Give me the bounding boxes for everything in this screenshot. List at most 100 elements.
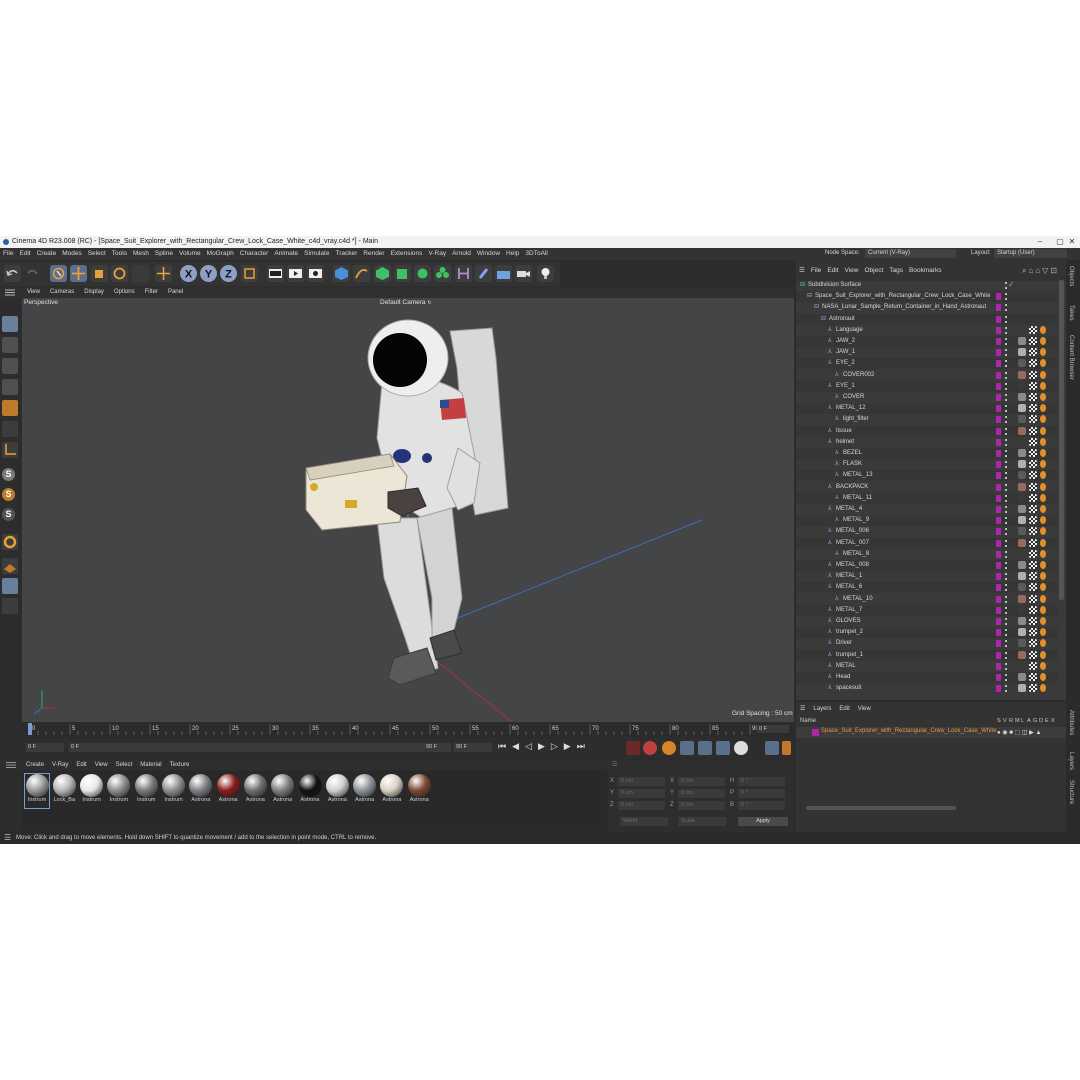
coord-value-field[interactable]: 0 °	[738, 801, 785, 810]
material-swatch[interactable]: Astrona	[353, 774, 377, 808]
visibility-toggle-icon[interactable]	[1005, 472, 1007, 480]
texture-tag-icon[interactable]	[1029, 684, 1037, 693]
visibility-toggle-icon[interactable]	[1005, 293, 1007, 301]
layout-dropdown[interactable]: Startup (User)	[994, 249, 1067, 258]
texture-tag-icon[interactable]	[1029, 661, 1037, 670]
material-tag-icon[interactable]	[1018, 381, 1026, 390]
visibility-toggle-icon[interactable]	[1005, 282, 1007, 289]
status-menu-icon[interactable]: ☰	[4, 832, 11, 844]
array-icon[interactable]	[414, 265, 431, 282]
object-layer-swatch[interactable]	[996, 483, 1001, 491]
texture-tag-icon[interactable]	[1029, 527, 1037, 536]
object-layer-swatch[interactable]	[996, 629, 1001, 637]
transport-buttons[interactable]: ⏮◀◁▶▷▶⏭	[498, 741, 620, 755]
vray-tag-icon[interactable]	[1040, 415, 1046, 424]
visibility-toggle-icon[interactable]	[1005, 494, 1007, 502]
object-menu-edit[interactable]: Edit	[824, 265, 841, 277]
object-layer-swatch[interactable]	[996, 472, 1001, 480]
menu-render[interactable]: Render	[360, 248, 387, 260]
vray-tag-icon[interactable]	[1040, 393, 1046, 401]
texture-tag-icon[interactable]	[1029, 437, 1037, 446]
parameter-key-icon[interactable]	[734, 741, 748, 755]
recent-tools-icon[interactable]	[132, 265, 149, 282]
material-tag-icon[interactable]	[1018, 505, 1026, 513]
object-layer-swatch[interactable]	[996, 573, 1001, 581]
object-row[interactable]: ⅄ METAL_7	[796, 604, 1058, 616]
object-row[interactable]: ⅄ Driver	[796, 638, 1058, 649]
perspective-viewport[interactable]: Perspective Default Camera ↻ Grid Spacin…	[22, 298, 794, 722]
light-icon[interactable]	[537, 265, 554, 282]
material-tag-icon[interactable]	[1018, 661, 1026, 670]
visibility-toggle-icon[interactable]	[1005, 371, 1007, 379]
visibility-toggle-icon[interactable]	[1005, 606, 1007, 614]
texture-tag-icon[interactable]	[1029, 325, 1037, 334]
texture-tag-icon[interactable]	[1029, 538, 1037, 547]
object-layer-swatch[interactable]	[996, 550, 1001, 558]
camera-icon[interactable]	[515, 265, 532, 282]
environment-icon[interactable]	[475, 265, 492, 282]
visibility-toggle-icon[interactable]	[1005, 651, 1007, 659]
coord-value-field[interactable]: 0 cm	[678, 801, 725, 810]
mograph-icon[interactable]	[434, 265, 451, 282]
coord-value-field[interactable]: 0 °	[738, 789, 785, 798]
texture-mode-icon[interactable]	[2, 337, 18, 353]
texture-tag-icon[interactable]	[1029, 583, 1037, 592]
object-row[interactable]: ⅄ METAL_1	[796, 571, 1058, 582]
object-name[interactable]: METAL_6	[836, 582, 862, 593]
object-layer-swatch[interactable]	[996, 506, 1001, 513]
coord-value-field[interactable]: 0 cm	[618, 789, 665, 798]
coordinate-mode-dropdown[interactable]: Scale	[678, 817, 726, 826]
object-name[interactable]: Subdivision Surface	[808, 280, 861, 291]
timeline-ruler[interactable]: 0 5 10 15 20 25 30 35 40 45 50 55 60 65 70 75 80 85 90 0 F	[22, 722, 794, 736]
vray-tag-icon[interactable]	[1040, 381, 1046, 390]
material-swatch[interactable]: Astrona	[325, 774, 349, 808]
object-name[interactable]: EYE_1	[836, 381, 855, 392]
texture-tag-icon[interactable]	[1029, 673, 1037, 681]
layers-menu-view[interactable]: View	[854, 704, 875, 715]
object-name[interactable]: BEZEL	[843, 448, 862, 459]
material-swatch[interactable]: Astrona	[380, 774, 404, 808]
object-layer-swatch[interactable]	[996, 674, 1001, 681]
object-layer-swatch[interactable]	[996, 427, 1001, 435]
material-tag-icon[interactable]	[1018, 516, 1026, 525]
texture-tag-icon[interactable]	[1029, 549, 1037, 558]
layers-menu-edit[interactable]: Edit	[835, 704, 853, 715]
frame-range-slider[interactable]: 0 F	[69, 743, 451, 752]
object-layer-swatch[interactable]	[996, 405, 1001, 413]
visibility-toggle-icon[interactable]	[1005, 304, 1007, 312]
texture-tag-icon[interactable]	[1029, 404, 1037, 413]
coord-value-field[interactable]: 0 cm	[678, 789, 725, 798]
material-tag-icon[interactable]	[1018, 437, 1026, 446]
vray-tag-icon[interactable]	[1040, 516, 1046, 525]
vray-tag-icon[interactable]	[1040, 348, 1046, 357]
object-layer-swatch[interactable]	[996, 371, 1001, 379]
quantize-icon[interactable]: S	[2, 508, 18, 524]
object-layer-swatch[interactable]	[996, 438, 1001, 446]
menu-character[interactable]: Character	[237, 248, 272, 260]
material-tag-icon[interactable]	[1018, 359, 1026, 368]
layers-scrollbar[interactable]	[806, 806, 956, 810]
object-layer-swatch[interactable]	[996, 584, 1001, 592]
object-row[interactable]: ⅄ BACKPACK	[796, 482, 1058, 493]
object-row[interactable]: ⅄ METAL_4	[796, 504, 1058, 515]
vray-tag-icon[interactable]	[1040, 370, 1046, 379]
material-tag-icon[interactable]	[1018, 617, 1026, 625]
material-tag-icon[interactable]	[1018, 538, 1026, 547]
material-swatch[interactable]: Astrona	[271, 774, 295, 808]
vray-tag-icon[interactable]	[1040, 493, 1046, 502]
object-row[interactable]: ⅄ EYE_1	[796, 380, 1058, 392]
object-row[interactable]: ⅄ METAL_12	[796, 403, 1058, 415]
axis-mode-icon[interactable]	[2, 442, 18, 458]
object-name[interactable]: Head	[836, 672, 850, 683]
visibility-toggle-icon[interactable]	[1005, 450, 1007, 457]
texture-tag-icon[interactable]	[1029, 628, 1037, 637]
texture-tag-icon[interactable]	[1029, 426, 1037, 435]
object-layer-swatch[interactable]	[996, 685, 1001, 693]
object-row[interactable]: ⅄ trumpet_1	[796, 649, 1058, 661]
undo-icon[interactable]	[4, 265, 21, 282]
deformer-icon[interactable]	[455, 265, 472, 282]
object-layer-swatch[interactable]	[996, 461, 1001, 469]
object-row[interactable]: ⅄ light_filter	[796, 414, 1058, 425]
visibility-toggle-icon[interactable]	[1005, 326, 1007, 334]
texture-tag-icon[interactable]	[1029, 505, 1037, 513]
